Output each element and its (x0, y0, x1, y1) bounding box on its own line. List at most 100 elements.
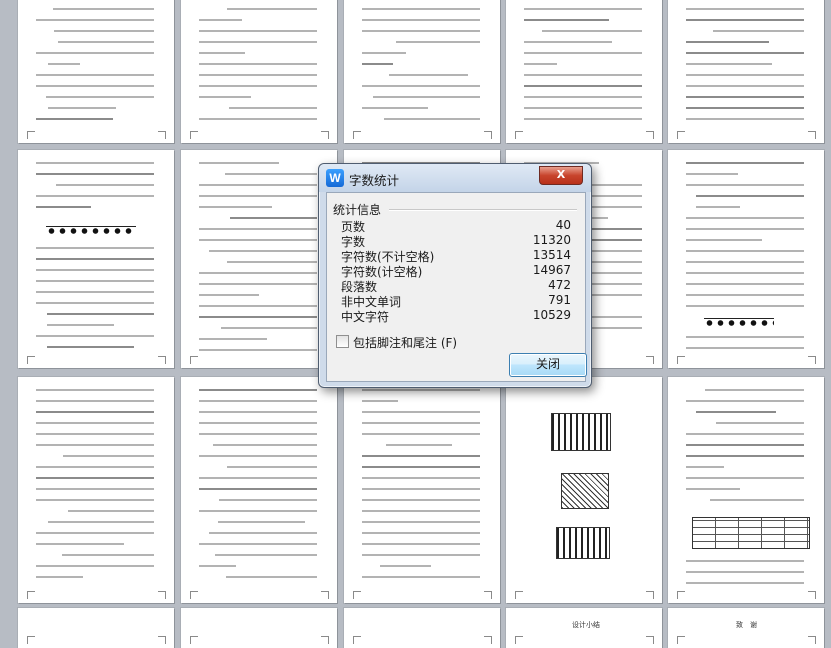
margin-mark (27, 636, 35, 644)
page-thumbnail[interactable] (181, 608, 337, 648)
text-line (362, 422, 480, 424)
text-line (199, 272, 317, 274)
stat-value: 791 (548, 293, 571, 307)
page-thumbnail[interactable] (344, 608, 500, 648)
stat-label: 中文字符 (341, 310, 390, 324)
margin-mark (677, 356, 685, 364)
page-thumbnail[interactable] (181, 377, 337, 603)
text-line (227, 261, 317, 263)
margin-mark (515, 636, 523, 644)
text-line (36, 291, 154, 293)
text-line (362, 411, 480, 413)
text-line (362, 30, 480, 32)
margin-mark (677, 636, 685, 644)
page-thumbnail[interactable] (506, 377, 662, 603)
text-line (686, 488, 740, 490)
page-thumbnail[interactable] (506, 0, 662, 143)
margin-mark (321, 591, 329, 599)
stat-row-chars-no-spaces: 字符数(不计空格) 13514 (341, 248, 571, 264)
text-line (36, 400, 154, 402)
text-line (362, 63, 393, 65)
page-thumbnail[interactable] (344, 377, 500, 603)
margin-mark (808, 356, 816, 364)
stat-row-pages: 页数 40 (341, 218, 571, 234)
text-line (47, 346, 134, 348)
text-line (686, 228, 804, 230)
include-footnotes-checkbox[interactable] (336, 335, 349, 348)
page-thumbnail[interactable] (344, 0, 500, 143)
text-line (36, 499, 154, 501)
text-line (713, 30, 804, 32)
text-line (199, 510, 317, 512)
text-line (226, 576, 317, 578)
page-thumbnail[interactable] (668, 377, 824, 603)
include-footnotes-label[interactable]: 包括脚注和尾注 (F) (353, 334, 457, 351)
page-thumbnail[interactable] (18, 0, 174, 143)
text-line (362, 488, 480, 490)
text-line (36, 543, 124, 545)
text-line (46, 96, 154, 98)
text-line (199, 30, 317, 32)
page-thumbnail[interactable] (18, 608, 174, 648)
text-line (218, 521, 305, 523)
page-thumbnail[interactable] (668, 150, 824, 368)
text-line (36, 565, 154, 567)
text-line (686, 74, 804, 76)
text-line (524, 107, 642, 109)
text-line (524, 41, 612, 43)
word-count-dialog: W 字数统计 X 统计信息 页数 40 字数 11320 字符数(不计空格) 1… (318, 163, 592, 388)
text-line (62, 554, 154, 556)
text-line (362, 554, 480, 556)
text-line (227, 466, 317, 468)
text-line (221, 327, 317, 329)
stat-row-non-chinese-words: 非中文单词 791 (341, 293, 571, 309)
margin-mark (158, 636, 166, 644)
stat-value: 472 (548, 278, 571, 292)
text-line (209, 250, 317, 252)
text-line (199, 63, 317, 65)
page-thumbnail[interactable] (181, 150, 337, 368)
text-line (686, 283, 804, 285)
text-line (199, 162, 279, 164)
text-line (686, 8, 804, 10)
text-line (47, 313, 154, 315)
drawing-figure (556, 527, 610, 559)
page-thumbnail[interactable] (18, 377, 174, 603)
stat-value: 10529 (532, 308, 571, 322)
page-thumbnail[interactable] (181, 0, 337, 143)
margin-mark (808, 131, 816, 139)
text-line (686, 19, 804, 21)
text-line (362, 389, 480, 391)
text-line (686, 294, 804, 296)
text-line (209, 532, 317, 534)
text-line (686, 41, 769, 43)
page-thumbnail[interactable]: 设计小结 (506, 608, 662, 648)
text-line (686, 239, 762, 241)
close-icon[interactable]: X (539, 166, 583, 185)
text-line (36, 269, 154, 271)
text-line (686, 217, 804, 219)
margin-mark (190, 131, 198, 139)
text-line (199, 565, 236, 567)
text-line (524, 63, 557, 65)
text-line (229, 107, 317, 109)
text-line (48, 107, 116, 109)
text-line (362, 400, 398, 402)
dialog-titlebar[interactable]: W 字数统计 X (319, 164, 591, 192)
margin-mark (646, 636, 654, 644)
text-line (686, 455, 804, 457)
page-thumbnail[interactable] (668, 0, 824, 143)
text-line (199, 41, 317, 43)
margin-mark (158, 356, 166, 364)
page-thumbnail[interactable] (18, 150, 174, 368)
text-line (362, 543, 480, 545)
text-line (36, 118, 113, 120)
page-thumbnail[interactable]: 致 谢 (668, 608, 824, 648)
margin-mark (484, 591, 492, 599)
close-button[interactable]: 关闭 (509, 353, 587, 377)
text-line (199, 228, 317, 230)
text-line (199, 19, 242, 21)
margin-mark (515, 591, 523, 599)
text-line (686, 477, 804, 479)
text-line (524, 8, 642, 10)
